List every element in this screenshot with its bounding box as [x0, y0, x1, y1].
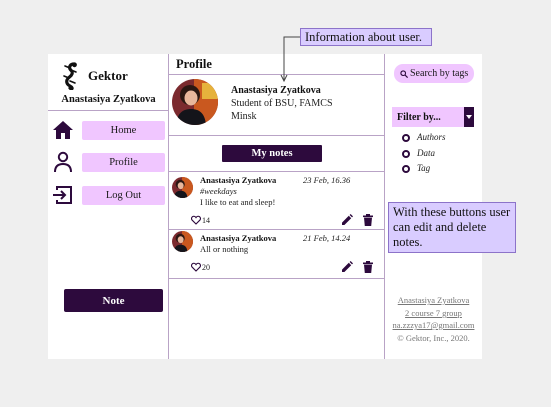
note-author: Anastasiya Zyatkova: [200, 233, 277, 243]
note-author: Anastasiya Zyatkova: [200, 175, 277, 185]
edit-icon[interactable]: [341, 214, 353, 226]
logout-button[interactable]: Log Out: [82, 186, 165, 205]
lizard-logo-icon: [63, 62, 77, 90]
note-card: Anastasiya Zyatkova 23 Feb, 16.36 #weekd…: [169, 172, 385, 229]
profile-location: Minsk: [231, 111, 257, 122]
note-date: 21 Feb, 14.24: [303, 233, 351, 243]
filter-option-label: Authors: [417, 132, 446, 142]
radio-button[interactable]: [402, 150, 410, 158]
page-title: Profile: [176, 57, 212, 71]
note-text: I like to eat and sleep!: [200, 197, 276, 207]
note-card: Anastasiya Zyatkova 21 Feb, 14.24 All or…: [169, 230, 385, 278]
footer-email-link[interactable]: na.zzzya17@gmail.com: [385, 320, 482, 330]
trash-icon[interactable]: [362, 261, 374, 273]
divider: [169, 278, 385, 279]
note-avatar: [172, 231, 193, 252]
likes-count: 20: [202, 263, 210, 272]
likes-count: 14: [202, 216, 210, 225]
search-icon: [400, 69, 408, 78]
note-avatar: [172, 177, 193, 198]
person-icon: [54, 151, 72, 173]
heart-icon[interactable]: [191, 215, 201, 225]
sidebar: Gektor Anastasiya Zyatkova Home Profile …: [48, 54, 169, 359]
caret-down-icon: [466, 115, 472, 119]
divider: [169, 135, 385, 136]
sidebar-item-profile[interactable]: Profile: [52, 151, 165, 173]
footer-copyright: © Gektor, Inc., 2020.: [397, 333, 470, 343]
note-date: 23 Feb, 16.36: [303, 175, 351, 185]
filter-dropdown-toggle[interactable]: [464, 107, 474, 127]
home-button[interactable]: Home: [82, 121, 165, 140]
radio-button[interactable]: [402, 134, 410, 142]
divider: [169, 74, 385, 75]
search-label: Search by tags: [410, 68, 469, 79]
note-tag[interactable]: #weekdays: [200, 186, 237, 196]
logout-icon: [53, 186, 72, 204]
footer-author-link[interactable]: Anastasiya Zyatkova: [385, 295, 482, 305]
note-text: All or nothing: [200, 244, 249, 254]
profile-name: Anastasiya Zyatkova: [231, 85, 321, 96]
profile-occupation: Student of BSU, FAMCS: [231, 98, 333, 109]
my-notes-button[interactable]: My notes: [222, 145, 322, 162]
filter-option-label: Data: [417, 148, 435, 158]
callout-note-buttons: With these buttons user can edit and del…: [388, 202, 516, 253]
home-icon: [53, 121, 73, 139]
sidebar-user-name: Anastasiya Zyatkova: [61, 94, 156, 105]
heart-icon[interactable]: [191, 262, 201, 272]
callout-user-info: Information about user.: [300, 28, 432, 46]
app-name: Gektor: [88, 68, 128, 83]
edit-icon[interactable]: [341, 261, 353, 273]
sidebar-item-home[interactable]: Home: [52, 119, 165, 141]
search-by-tags-button[interactable]: Search by tags: [394, 64, 474, 83]
new-note-button[interactable]: Note: [64, 289, 163, 312]
footer-group-link[interactable]: 2 course 7 group: [385, 308, 482, 318]
profile-avatar: [172, 79, 218, 125]
profile-button[interactable]: Profile: [82, 153, 165, 172]
divider: [48, 110, 169, 111]
filter-option-label: Tag: [417, 163, 431, 173]
trash-icon[interactable]: [362, 214, 374, 226]
radio-button[interactable]: [402, 165, 410, 173]
main-content: Profile Anastasiya Zyatkova Student of B…: [169, 54, 385, 359]
filter-select[interactable]: Filter by...: [392, 107, 464, 127]
sidebar-item-logout[interactable]: Log Out: [52, 184, 165, 206]
